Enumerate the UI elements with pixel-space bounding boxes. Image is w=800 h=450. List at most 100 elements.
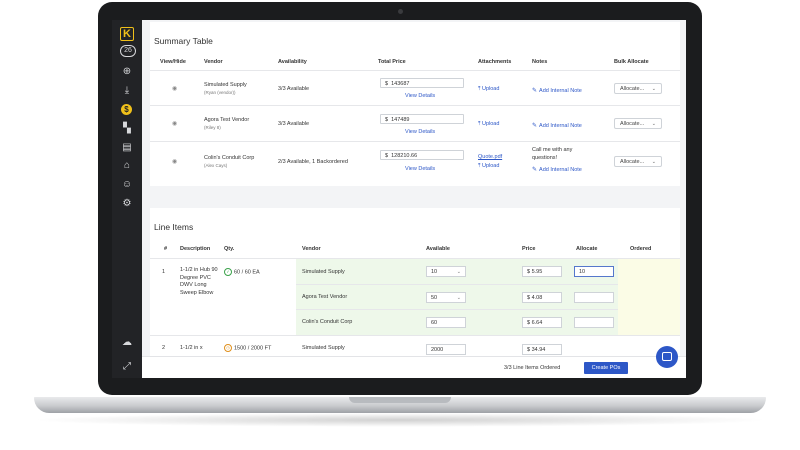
availability-text: 2/3 Available, 1 Backordered	[278, 159, 348, 165]
check-circle-icon: ✓	[224, 268, 232, 276]
item-description: 1-1/2 in x	[180, 345, 203, 351]
col-view-hide: View/Hide	[160, 59, 186, 65]
price-field[interactable]: $ 4.08	[522, 292, 562, 303]
eye-icon[interactable]: ◉	[172, 85, 177, 92]
chat-bubbles-icon[interactable]: ☁	[120, 336, 134, 350]
available-select[interactable]: 10 ⌄	[426, 266, 466, 277]
dollar-icon[interactable]: $	[121, 104, 132, 115]
clock-icon: ◷	[224, 344, 232, 352]
upload-link[interactable]: ⤒ Upload	[478, 86, 499, 93]
chevron-down-icon: ⌄	[456, 269, 461, 275]
available-select[interactable]: 50 ⌄	[426, 292, 466, 303]
allocate-input[interactable]: 10	[574, 266, 614, 277]
add-internal-note-link[interactable]: ✎ Add Internal Note	[532, 87, 582, 94]
main-content: Summary Table View/Hide Vendor Availabil…	[142, 20, 686, 378]
total-price-field[interactable]: $ 128210.66	[380, 150, 464, 160]
upload-label: Upload	[481, 121, 500, 127]
view-details-link[interactable]: View Details	[405, 129, 435, 135]
notification-badge[interactable]: 26	[120, 45, 136, 57]
price-value: 147489	[391, 117, 410, 123]
price-field[interactable]: $ 6.64	[522, 317, 562, 328]
col-total-price: Total Price	[378, 59, 406, 65]
ordered-column-bg	[618, 259, 680, 335]
laptop-notch	[349, 397, 451, 403]
col-available: Available	[426, 246, 450, 252]
view-details-link[interactable]: View Details	[405, 166, 435, 172]
vendor-name: Colin's Conduit Corp	[204, 155, 255, 161]
col-vendor: Vendor	[204, 59, 223, 65]
laptop-shadow	[30, 413, 770, 427]
allocate-label: Allocate...	[620, 159, 645, 165]
truck-icon[interactable]: ▚	[120, 122, 134, 136]
total-price-field[interactable]: $ 147489	[380, 114, 464, 124]
add-note-label: Add Internal Note	[539, 88, 582, 94]
add-note-label: Add Internal Note	[539, 123, 582, 129]
col-price: Price	[522, 246, 536, 252]
pencil-icon: ✎	[532, 88, 538, 94]
document-icon[interactable]: ▤	[120, 141, 134, 155]
divider	[150, 105, 680, 106]
currency-symbol: $	[385, 153, 389, 159]
eye-icon[interactable]: ◉	[172, 158, 177, 165]
attachment-file-link[interactable]: Quote.pdf	[478, 154, 502, 160]
upload-label: Upload	[481, 163, 500, 169]
col-qty: Qty.	[224, 246, 235, 252]
col-notes: Notes	[532, 59, 548, 65]
gear-icon[interactable]: ⚙	[120, 197, 134, 211]
app-logo[interactable]: K	[120, 27, 134, 41]
line-items-status: 3/3 Line Items Ordered	[504, 365, 561, 371]
chat-button[interactable]	[656, 346, 678, 368]
col-allocate: Allocate	[576, 246, 598, 252]
vendor-name: Agora Test Vendor	[302, 294, 348, 300]
allocate-label: Allocate...	[620, 86, 645, 92]
currency-symbol: $	[527, 269, 531, 275]
allocate-input[interactable]	[574, 292, 614, 303]
upload-link[interactable]: ⤒ Upload	[478, 163, 499, 170]
app-screen: K 26 ⊕ ⤓ $ ▚ ▤ ⌂ ☺ ⚙ ☁ ⤢ Summary Table V…	[112, 20, 686, 378]
allocate-input[interactable]	[574, 317, 614, 328]
currency-symbol: $	[527, 347, 531, 353]
view-details-link[interactable]: View Details	[405, 93, 435, 99]
user-icon[interactable]: ☺	[120, 178, 134, 192]
available-value: 10	[431, 269, 438, 275]
eye-icon[interactable]: ◉	[172, 120, 177, 127]
chevron-down-icon: ⌄	[651, 159, 656, 165]
currency-symbol: $	[385, 81, 389, 87]
chat-icon	[662, 352, 672, 361]
col-description: Description	[180, 246, 211, 252]
divider	[296, 309, 618, 310]
divider	[150, 141, 680, 142]
allocate-select[interactable]: Allocate... ⌄	[614, 156, 662, 167]
divider	[296, 284, 618, 285]
price-field[interactable]: $ 34.94	[522, 344, 562, 355]
available-field[interactable]: 60	[426, 317, 466, 328]
add-internal-note-link[interactable]: ✎ Add Internal Note	[532, 166, 582, 173]
col-attachments: Attachments	[478, 59, 512, 65]
price-field[interactable]: $ 5.95	[522, 266, 562, 277]
total-price-field[interactable]: $ 143687	[380, 78, 464, 88]
allocate-select[interactable]: Allocate... ⌄	[614, 118, 662, 129]
currency-symbol: $	[385, 117, 389, 123]
vendor-name: Simulated Supply	[204, 82, 247, 88]
price-value: 34.94	[531, 347, 546, 353]
vendor-contact: (Ryan (vendor))	[204, 90, 236, 95]
price-value: 6.64	[531, 320, 543, 326]
expand-icon[interactable]: ⤢	[120, 360, 134, 374]
available-field[interactable]: 2000	[426, 344, 466, 355]
plus-circle-icon[interactable]: ⊕	[120, 65, 134, 79]
col-availability: Availability	[278, 59, 307, 65]
allocate-select[interactable]: Allocate... ⌄	[614, 83, 662, 94]
download-icon[interactable]: ⤓	[120, 84, 134, 98]
currency-symbol: $	[527, 320, 531, 326]
create-pos-button[interactable]: Create POs	[584, 362, 628, 374]
vendor-contact: (Riley 8)	[204, 125, 221, 130]
col-number: #	[164, 246, 168, 252]
warehouse-icon[interactable]: ⌂	[120, 159, 134, 173]
divider	[150, 335, 680, 336]
chevron-down-icon: ⌄	[651, 121, 656, 127]
vendor-name: Simulated Supply	[302, 269, 345, 275]
upload-label: Upload	[481, 86, 500, 92]
upload-link[interactable]: ⤒ Upload	[478, 121, 499, 128]
add-internal-note-link[interactable]: ✎ Add Internal Note	[532, 122, 582, 129]
upload-icon: ⤒	[478, 163, 481, 169]
